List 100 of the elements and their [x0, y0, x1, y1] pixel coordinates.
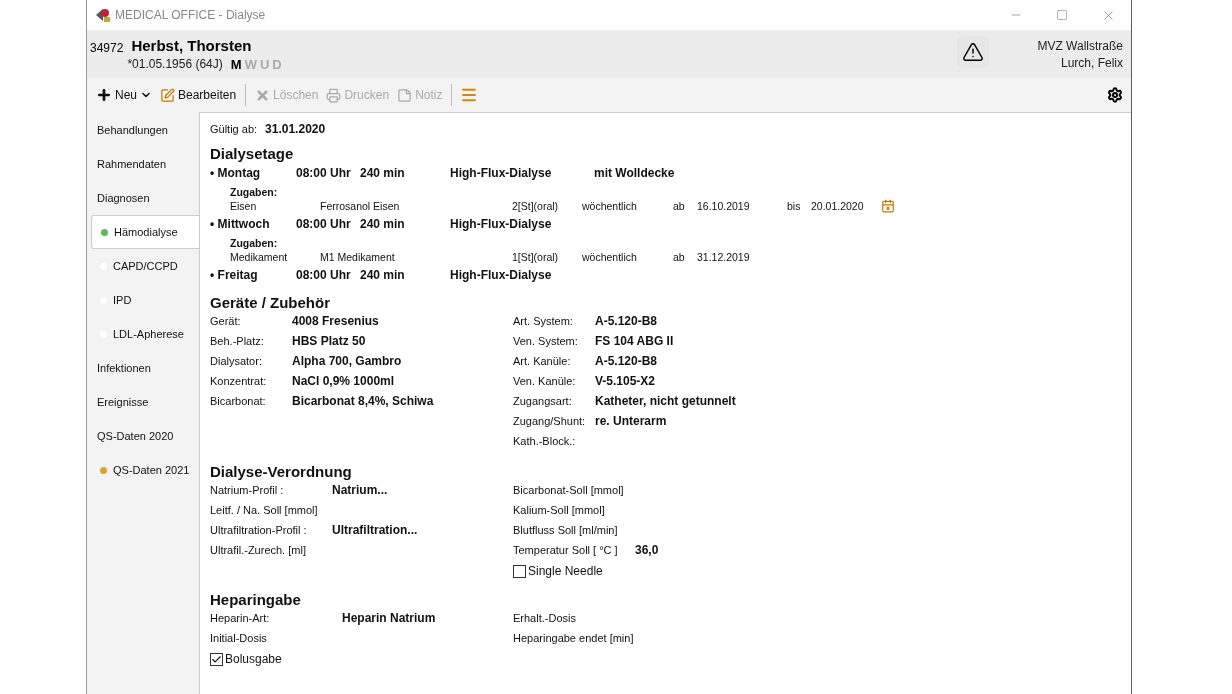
from-label: ab	[673, 250, 686, 263]
sidebar-item[interactable]: QS-Daten 2021	[87, 453, 199, 487]
checkbox-label: Single Needle	[528, 564, 603, 578]
day-time: 08:00 Uhr	[296, 267, 352, 282]
sidebar-item[interactable]: QS-Daten 2020	[87, 419, 199, 453]
day-time: 08:00 Uhr	[296, 165, 352, 180]
warning-button[interactable]	[957, 36, 990, 68]
field-label: Ven. System:	[513, 335, 579, 347]
field-value: Ultrafiltration...	[332, 523, 419, 537]
addition-product: M1 Medikament	[320, 250, 396, 263]
patient-name: Herbst, Thorsten	[131, 37, 253, 54]
field-value: Katheter, nicht getunnelt	[595, 394, 737, 408]
field-label: Art. Kanüle:	[513, 355, 572, 367]
addition-dose: 2[St](oral)	[512, 199, 560, 212]
plus-icon	[96, 87, 112, 103]
sidebar-item[interactable]: Rahmendaten	[87, 147, 199, 181]
field-value: A-5.120-B8	[595, 354, 659, 368]
section-heading: Dialysetage	[210, 144, 295, 162]
field-label: Bicarbonat-Soll [mmol]	[513, 484, 625, 496]
field-value: V-5.105-X2	[595, 374, 657, 388]
field-label: Zugangsart:	[513, 395, 573, 407]
addition-name: Eisen	[230, 199, 258, 212]
field-label: Zugang/Shunt:	[513, 415, 587, 427]
addition-frequency: wöchentlich	[582, 250, 638, 263]
from-date: 16.10.2019	[697, 199, 751, 212]
field-value: Heparin Natrium	[342, 611, 437, 625]
day-duration: 240 min	[360, 165, 406, 180]
check-icon	[211, 653, 222, 665]
sidebar-item[interactable]: LDL-Apherese	[87, 317, 199, 351]
field-label: Gültig ab:	[210, 123, 258, 135]
field-value: HBS Platz 50	[292, 334, 367, 348]
field-label: Erhalt.-Dosis	[513, 612, 577, 624]
sidebar-item[interactable]: CAPD/CCPD	[87, 249, 199, 283]
window-title: MEDICAL OFFICE - Dialyse	[115, 8, 267, 22]
checkbox[interactable]	[210, 652, 223, 666]
app-logo-icon	[95, 7, 111, 23]
patient-id: 34972	[90, 41, 124, 57]
addition-frequency: wöchentlich	[582, 199, 638, 212]
dialysis-type: High-Flux-Dialyse	[450, 216, 553, 231]
to-label: bis	[787, 199, 802, 212]
field-value: NaCl 0,9% 1000ml	[292, 374, 396, 388]
settings-button[interactable]	[1105, 85, 1125, 105]
gender-marker[interactable]: M	[230, 56, 242, 72]
from-date: 31.12.2019	[697, 250, 751, 263]
section-heading: Geräte / Zubehör	[210, 293, 332, 311]
field-label: Kath.-Block.:	[513, 435, 577, 447]
field-label: Leitf. / Na. Soll [mmol]	[210, 504, 319, 516]
sidebar-item[interactable]: Infektionen	[87, 351, 199, 385]
field-value: 36,0	[635, 543, 660, 557]
field-value: Natrium...	[332, 483, 389, 497]
field-label: Blutfluss Soll [ml/min]	[513, 524, 619, 536]
sidebar-item[interactable]: Behandlungen	[87, 113, 199, 147]
checkbox[interactable]	[513, 564, 526, 578]
practice-name: MVZ Wallstraße	[1037, 39, 1123, 53]
field-label: Initial-Dosis	[210, 632, 268, 644]
day-duration: 240 min	[360, 267, 406, 282]
edit-icon	[160, 87, 175, 103]
printer-icon	[326, 87, 342, 103]
addition-dose: 1[St](oral)	[512, 250, 560, 263]
doctor-name: Lurch, Felix	[1060, 56, 1123, 70]
sidebar-item[interactable]: IPD	[87, 283, 199, 317]
note-icon	[397, 87, 413, 103]
sidebar-item[interactable]: Hämodialyse	[91, 215, 199, 249]
section-heading: Dialyse-Verordnung	[210, 462, 353, 480]
field-label: Bicarbonat:	[210, 395, 267, 407]
sidebar-item[interactable]: Diagnosen	[87, 181, 199, 215]
field-label: Beh.-Platz:	[210, 335, 265, 347]
field-value: A-5.120-B8	[595, 314, 659, 328]
field-label: Dialysator:	[210, 355, 263, 367]
field-label: Konzentrat:	[210, 375, 268, 387]
maximize-icon	[1056, 9, 1068, 21]
day-duration: 240 min	[360, 216, 406, 231]
field-value: Bicarbonat 8,4%, Schiwa	[292, 394, 435, 408]
field-label: Heparingabe endet [min]	[513, 632, 635, 644]
day-name: • Freitag	[210, 267, 259, 282]
toolbar-button[interactable]: Bearbeiten	[157, 85, 240, 105]
dialysis-type: High-Flux-Dialyse	[450, 165, 553, 180]
day-name: • Mittwoch	[210, 216, 271, 231]
day-name: • Montag	[210, 165, 262, 180]
settings-icon	[1107, 87, 1123, 103]
additions-heading: Zugaben:	[230, 236, 279, 249]
field-label: Ultrafiltration-Profil :	[210, 524, 308, 536]
field-label: Temperatur Soll [ °C ]	[513, 544, 619, 556]
toolbar-button[interactable]: Neu	[93, 85, 155, 105]
day-time: 08:00 Uhr	[296, 216, 352, 231]
field-value: FS 104 ABG II	[595, 334, 675, 348]
field-value: 4008 Fresenius	[292, 314, 380, 328]
day-note: mit Wolldecke	[594, 165, 676, 180]
field-label: Ven. Kanüle:	[513, 375, 577, 387]
field-label: Gerät:	[210, 315, 242, 327]
field-label: Natrium-Profil :	[210, 484, 285, 496]
field-value: Alpha 700, Gambro	[292, 354, 403, 368]
menu-icon	[460, 86, 479, 104]
sidebar-item[interactable]: Ereignisse	[87, 385, 199, 419]
to-date: 20.01.2020	[811, 199, 865, 212]
field-value: re. Unterarm	[595, 414, 668, 428]
field-label: Ultrafil.-Zurech. [ml]	[210, 544, 307, 556]
field-label: Heparin-Art:	[210, 612, 271, 624]
section-heading: Heparingabe	[210, 590, 302, 608]
from-label: ab	[673, 199, 686, 212]
